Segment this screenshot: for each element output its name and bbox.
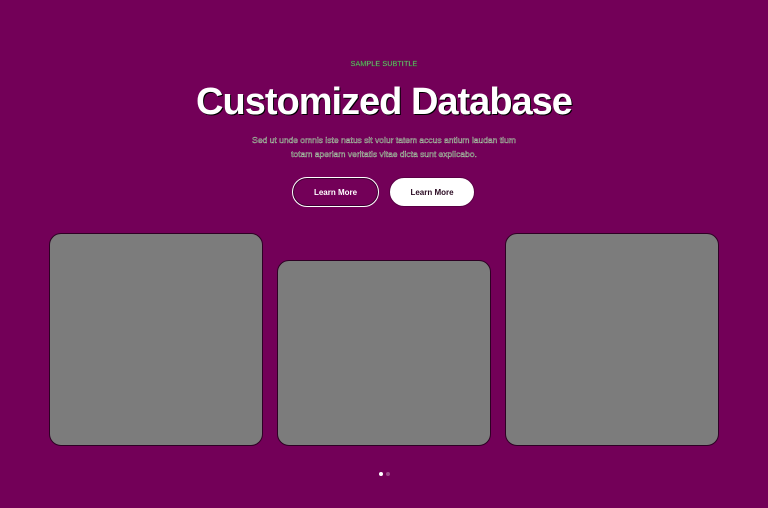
hero-title: Customized Database — [196, 81, 573, 123]
hero-description: Sed ut unde omnis iste natus sit volur t… — [234, 133, 534, 161]
hero-description-line-2: totam aperiam veritatis vitae dicta sunt… — [291, 149, 477, 159]
carousel-card — [277, 260, 491, 446]
learn-more-outline-button[interactable]: Learn More — [292, 177, 379, 207]
hero-subtitle: SAMPLE SUBTITLE — [350, 61, 418, 68]
hero-section: SAMPLE SUBTITLE Customized Database Sed … — [0, 0, 768, 508]
pagination-dot-2[interactable] — [385, 472, 390, 476]
learn-more-solid-button[interactable]: Learn More — [389, 177, 475, 207]
hero-description-line-1: Sed ut unde omnis iste natus sit volur t… — [252, 135, 516, 145]
carousel-card — [49, 233, 263, 446]
pagination-dot-1[interactable] — [378, 472, 383, 476]
carousel-pagination — [0, 472, 768, 476]
carousel-card — [505, 233, 719, 446]
